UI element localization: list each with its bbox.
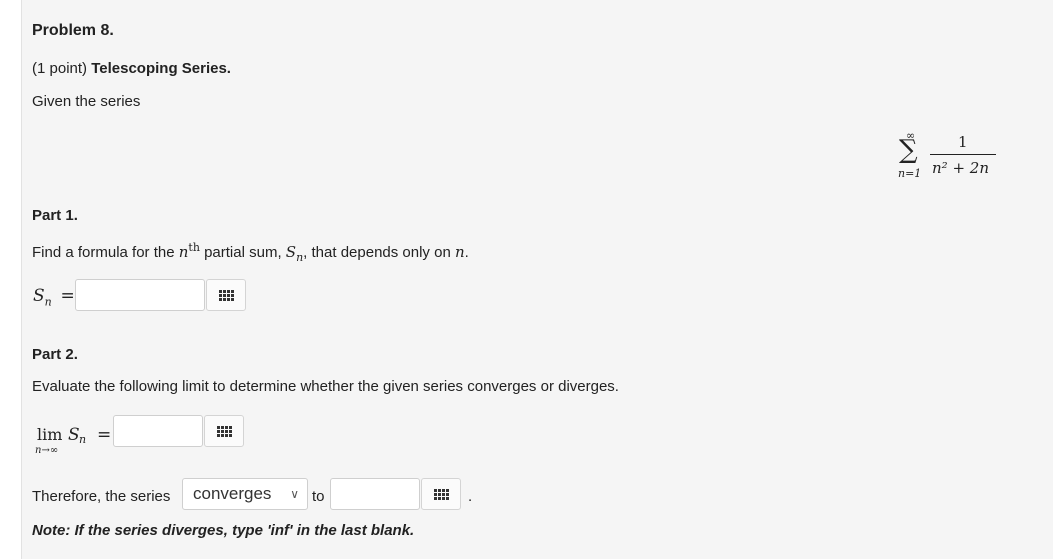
part2-prompt: Evaluate the following limit to determin… <box>32 378 619 395</box>
select-value: converges <box>193 484 272 503</box>
part2-label-S: S <box>68 425 80 445</box>
part1-prompt-S: S <box>285 243 297 261</box>
points-label: (1 point) <box>32 60 88 77</box>
chevron-down-icon: ∨ <box>290 487 299 501</box>
part2-equation-editor-button[interactable] <box>204 415 244 447</box>
problem-title: Problem 8. <box>32 22 114 39</box>
problem-intro: (1 point) Telescoping Series. <box>32 60 231 77</box>
limit-expression: lim n→∞ S n = <box>35 425 115 461</box>
part1-answer-input[interactable] <box>75 279 205 311</box>
part2-answer-input[interactable] <box>113 415 203 447</box>
keypad-icon <box>218 289 234 301</box>
to-label: to <box>312 488 325 505</box>
sum-lower-limit: n=1 <box>898 167 922 180</box>
conclusion-answer-input[interactable] <box>330 478 420 510</box>
note-text: Note: If the series diverges, type 'inf'… <box>32 522 415 539</box>
part1-prompt-th: th <box>188 241 200 254</box>
conclusion-equation-editor-button[interactable] <box>421 478 461 510</box>
part1-heading: Part 1. <box>32 207 78 224</box>
part1-prompt-n: n <box>178 243 189 261</box>
keypad-icon <box>216 425 232 437</box>
part1-equation-editor-button[interactable] <box>206 279 246 311</box>
conclusion-period: . <box>468 488 473 505</box>
part2-heading: Part 2. <box>32 346 78 363</box>
part1-label-S: S <box>33 286 45 306</box>
conclusion-prefix: Therefore, the series <box>32 488 171 505</box>
converges-diverges-select[interactable]: converges ∨ <box>182 478 308 510</box>
fraction-numerator: 1 <box>958 133 968 151</box>
sigma-symbol: ∑ <box>899 135 918 165</box>
part1-prompt: Find a formula for the nth partial sum, … <box>32 241 469 264</box>
keypad-icon <box>433 488 449 500</box>
part1-prompt-text-c: , that depends only on <box>303 244 455 261</box>
fraction-bar <box>930 154 996 155</box>
topic-label: Telescoping Series. <box>91 60 231 77</box>
part2-label-eq: = <box>97 425 112 445</box>
given-text: Given the series <box>32 93 141 110</box>
part1-label: Sn = <box>33 286 75 308</box>
part1-label-sub: n <box>44 295 52 309</box>
lim-subscript: n→∞ <box>35 445 59 456</box>
part2-label-sub: n <box>79 433 87 446</box>
part1-prompt-text-b: partial sum, <box>199 244 286 261</box>
part1-prompt-text-a: Find a formula for the <box>32 244 179 261</box>
fraction-denominator: n² + 2n <box>932 159 989 177</box>
part1-label-eq: = <box>60 286 75 306</box>
lim-text: lim <box>37 425 63 444</box>
part1-prompt-n2: n <box>454 243 465 261</box>
part1-prompt-period: . <box>464 244 469 261</box>
series-formula: ∞ ∑ n=1 1 n² + 2n <box>896 129 1006 183</box>
